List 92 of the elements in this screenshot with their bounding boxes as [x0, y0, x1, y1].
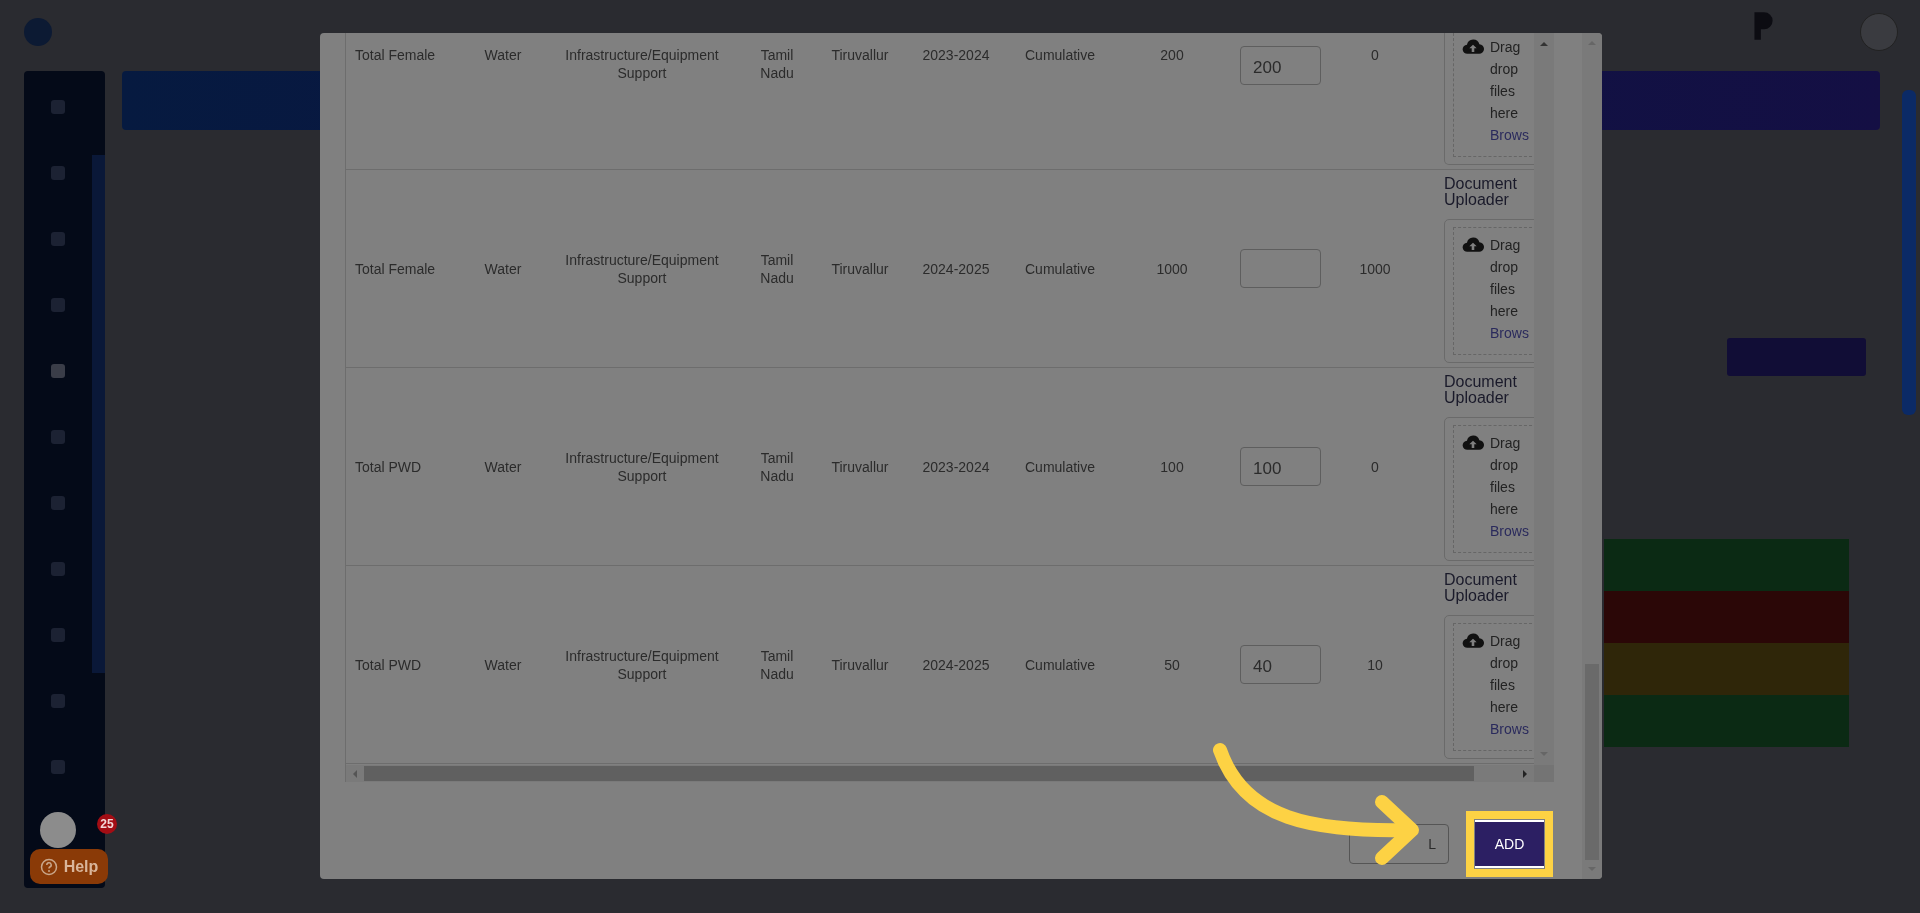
table-cell: 200: [1160, 47, 1184, 63]
drop-hint: here: [1490, 104, 1520, 123]
table-cell: Infrastructure/Equipment Support: [565, 647, 719, 682]
uploader-label: Document Uploader: [1444, 176, 1518, 208]
input-field[interactable]: [1240, 249, 1321, 288]
table-cell: Tamil Nadu: [760, 449, 794, 484]
table-cell: Infrastructure/Equipment Support: [565, 47, 719, 81]
drop-hint: files: [1490, 280, 1516, 299]
table-cell: Tamil Nadu: [760, 251, 794, 286]
scrollbar[interactable]: [1534, 33, 1554, 765]
table-cell: Tiruvallur: [831, 656, 889, 673]
scroll-up-icon[interactable]: [1539, 39, 1549, 49]
table-cell: Water: [484, 47, 522, 63]
drop-hint: drop: [1490, 60, 1520, 79]
table-cell: Total PWD: [355, 458, 422, 475]
drop-hint: files: [1490, 478, 1516, 497]
cloud-upload-icon: [1462, 632, 1484, 649]
table-cell: 100: [1160, 458, 1184, 475]
browse-link[interactable]: Brows: [1490, 520, 1529, 542]
drop-hint: Drag: [1490, 236, 1522, 255]
table-cell: 0: [1371, 458, 1379, 475]
table-cell: Water: [484, 656, 522, 673]
logo-icon: [24, 17, 52, 46]
drop-hint: drop: [1490, 654, 1520, 673]
drop-hint: Drag: [1490, 434, 1522, 453]
cancel-button[interactable]: L: [1349, 824, 1449, 864]
table-cell: 10: [1367, 656, 1383, 673]
input-field[interactable]: 40: [1240, 645, 1321, 684]
table-cell: 1000: [1359, 260, 1391, 277]
nav-icon[interactable]: [48, 361, 68, 381]
table-cell: Total Female: [355, 260, 436, 277]
table-cell: Tiruvallur: [831, 458, 889, 475]
input-field[interactable]: 200: [1240, 46, 1321, 85]
table-cell: Cumulative: [1025, 260, 1095, 277]
drop-hint: Drag: [1490, 632, 1522, 651]
table-cell: Cumulative: [1025, 458, 1095, 475]
table-cell: Tiruvallur: [831, 47, 889, 63]
drop-hint: files: [1490, 676, 1516, 695]
nav-icon[interactable]: [48, 295, 68, 315]
uploader-label: Document Uploader: [1444, 572, 1518, 604]
nav-icon[interactable]: [48, 625, 68, 645]
nav-icon[interactable]: [48, 691, 68, 711]
avatar-icon[interactable]: [1860, 12, 1898, 51]
nav-icon[interactable]: [48, 757, 68, 777]
table-cell: 50: [1164, 656, 1180, 673]
browse-link[interactable]: Brows: [1490, 322, 1529, 344]
table-cell: 2024-2025: [922, 260, 990, 277]
table-cell: Tamil Nadu: [760, 47, 794, 81]
cloud-upload-icon: [1462, 38, 1484, 55]
table-cell: 2023-2024: [922, 47, 990, 63]
table-cell: Tiruvallur: [831, 260, 889, 277]
action-button[interactable]: [1727, 338, 1866, 376]
notification-badge: 25: [97, 814, 117, 834]
table-cell: Infrastructure/Equipment Support: [565, 251, 719, 286]
table-cell: Tamil Nadu: [760, 647, 794, 682]
drop-hint: here: [1490, 302, 1520, 321]
table-cell: Water: [484, 458, 522, 475]
add-button[interactable]: ADD: [1475, 820, 1544, 868]
help-button[interactable]: Help: [30, 849, 108, 884]
drop-hint: files: [1490, 82, 1516, 101]
nav-icon[interactable]: [48, 427, 68, 447]
table-cell: 1000: [1156, 260, 1188, 277]
input-field[interactable]: 100: [1240, 447, 1321, 486]
nav-icon[interactable]: [48, 97, 68, 117]
table-cell: Total Female: [355, 47, 436, 63]
nav-icon[interactable]: [48, 559, 68, 579]
nav-icon[interactable]: [48, 163, 68, 183]
table-cell: 0: [1371, 47, 1379, 63]
cloud-upload-icon: [1462, 434, 1484, 451]
drop-hint: drop: [1490, 258, 1520, 277]
table-cell: 2023-2024: [922, 458, 990, 475]
drop-hint: Drag: [1490, 38, 1522, 57]
table-cell: Total PWD: [355, 656, 422, 673]
table-cell: Cumulative: [1025, 656, 1095, 673]
drop-hint: here: [1490, 698, 1520, 717]
scrollbar[interactable]: [1582, 33, 1602, 879]
table-cell: Infrastructure/Equipment Support: [565, 449, 719, 484]
scroll-right-icon[interactable]: [1520, 768, 1530, 779]
browse-link[interactable]: Brows: [1490, 718, 1529, 740]
drop-hint: here: [1490, 500, 1520, 519]
drop-hint: drop: [1490, 456, 1520, 475]
nav-icon[interactable]: [48, 229, 68, 249]
uploader-label: Document Uploader: [1444, 374, 1518, 406]
help-icon: [39, 857, 58, 876]
scrollbar[interactable]: [1902, 90, 1916, 415]
cloud-upload-icon: [1462, 236, 1484, 253]
nav-icon[interactable]: [48, 493, 68, 513]
browse-link[interactable]: Brows: [1490, 124, 1529, 146]
table-cell: Water: [484, 260, 522, 277]
table-cell: Cumulative: [1025, 47, 1095, 63]
table-cell: 2024-2025: [922, 656, 990, 673]
scrollbar-thumb[interactable]: [364, 766, 1474, 781]
